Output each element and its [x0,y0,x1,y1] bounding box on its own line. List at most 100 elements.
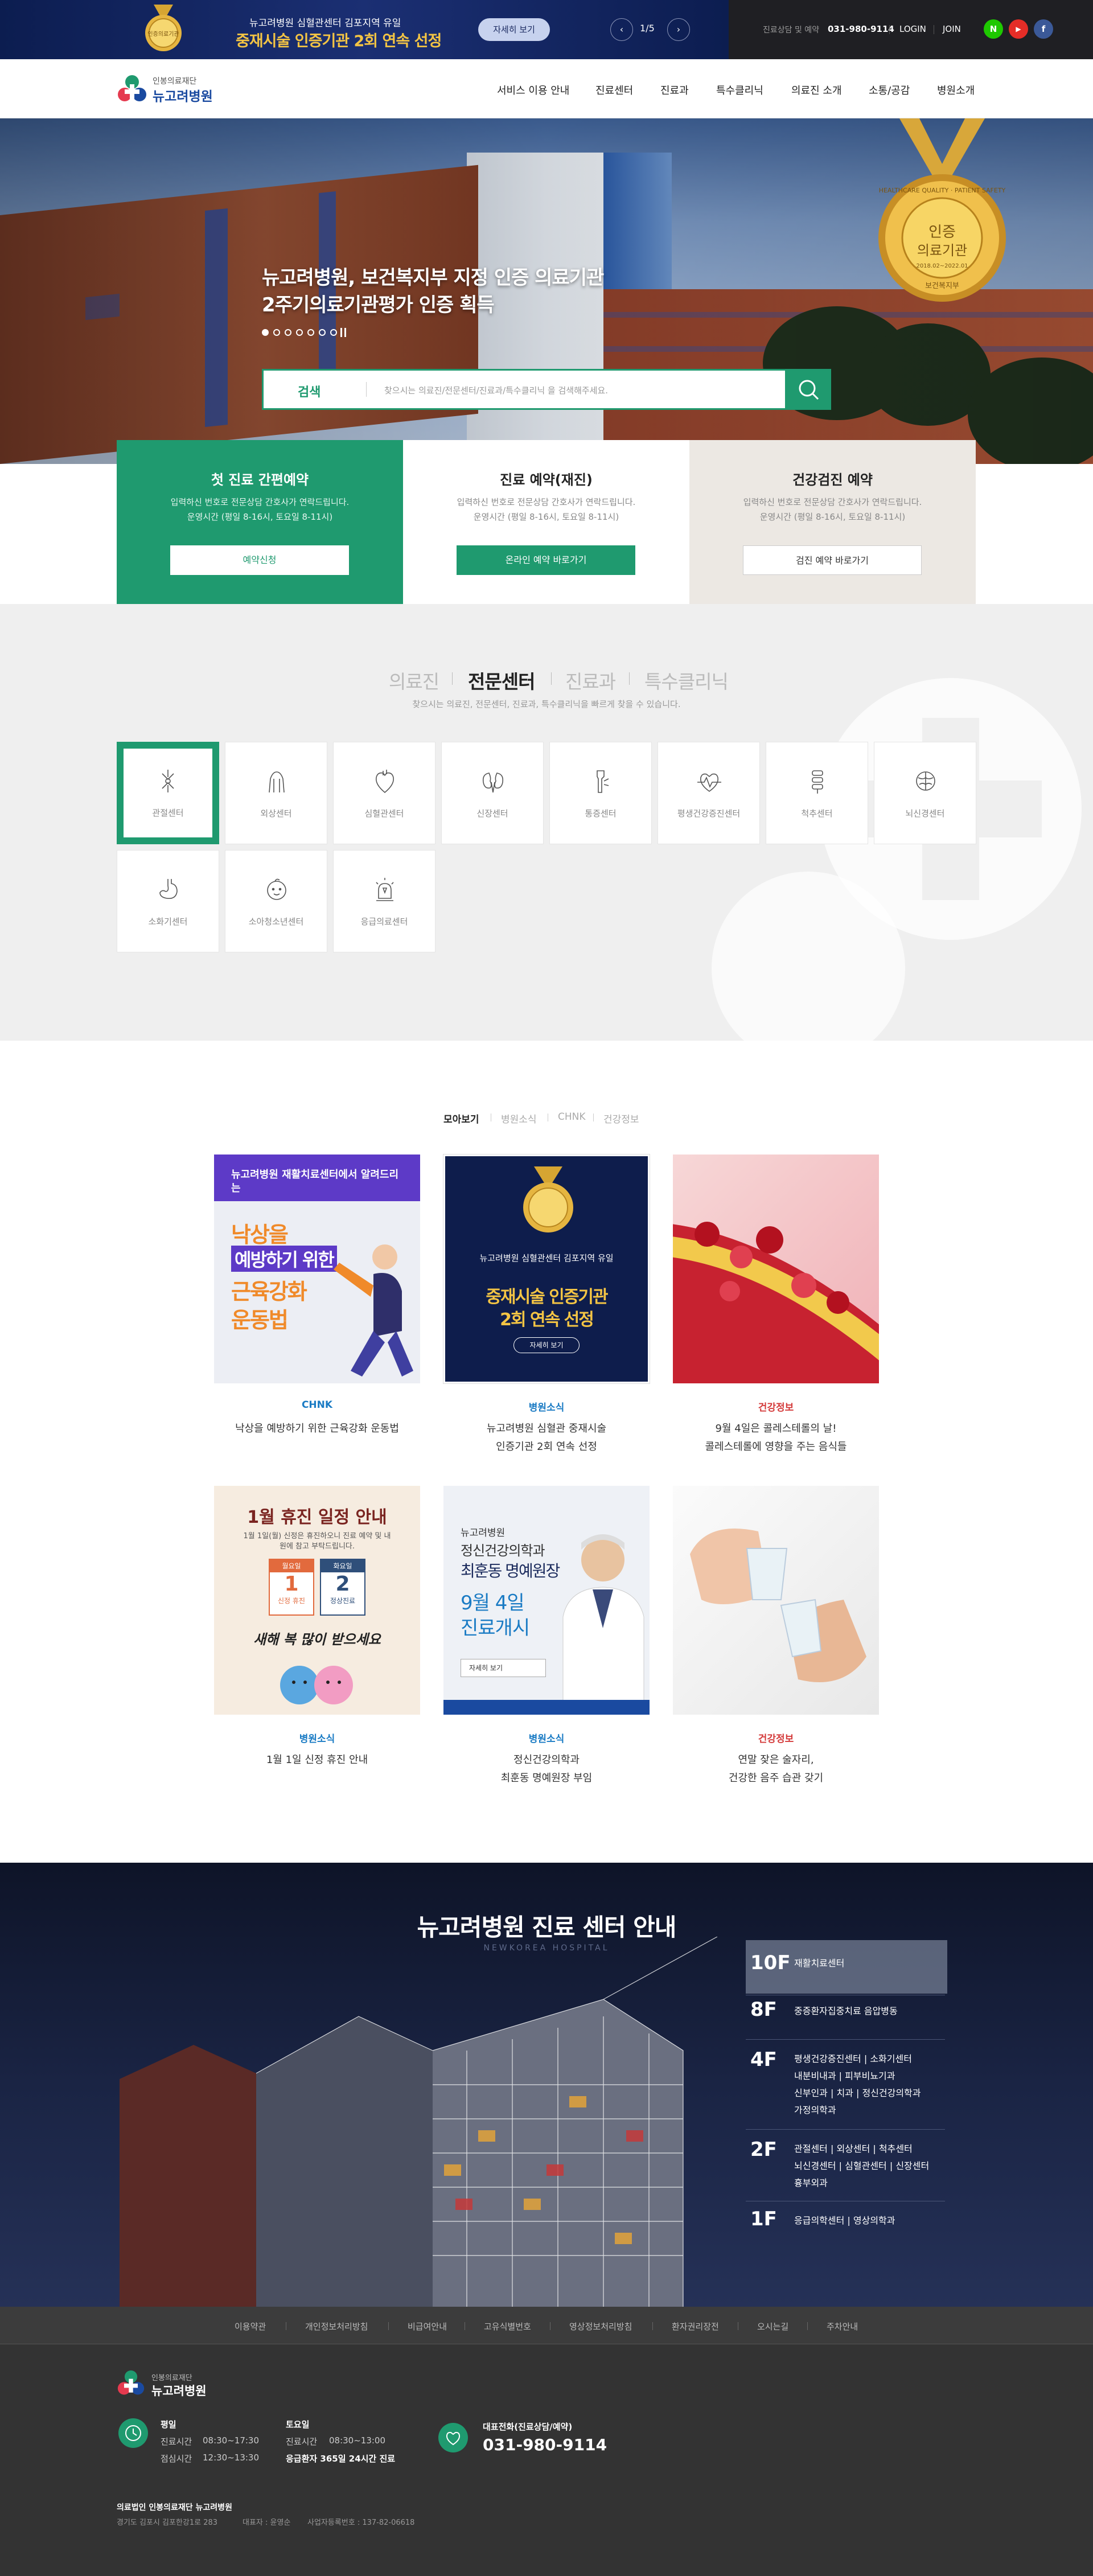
online-reserve-button[interactable]: 온라인 예약 바로가기 [457,545,635,575]
hospital-logo-icon [117,2370,145,2395]
nav-centers[interactable]: 진료센터 [595,83,633,97]
new-year-characters-icon [280,1666,353,1704]
news-tab-hospital[interactable]: 병원소식 [501,1111,537,1125]
footer-link-privacy[interactable]: 개인정보처리방침 [305,2320,368,2332]
news-card-image[interactable]: 뉴고려병원 재활치료센터에서 알려드리는 낙상을 예방하기 위한 근육강화 운동… [214,1155,420,1383]
footer-link-cctv[interactable]: 영상정보처리방침 [569,2320,632,2332]
footer-address: 경기도 김포시 김포한강1로 283 [117,2519,218,2527]
naver-icon[interactable]: N [984,19,1003,39]
hero-title-1: 뉴고려병원, 보건복지부 지정 인증 의료기관 [262,266,604,289]
tab-departments[interactable]: 진료과 [565,667,616,694]
floor-number[interactable]: 1F [750,2208,777,2230]
nav-special-clinics[interactable]: 특수클리닉 [716,83,763,97]
news-tab-health[interactable]: 건강정보 [603,1111,639,1125]
nav-community[interactable]: 소통/공감 [869,83,910,97]
floor-number[interactable]: 8F [750,1998,777,2021]
promo-next-button[interactable]: › [667,18,690,41]
news-card-image[interactable]: 뉴고려병원 정신건강의학과 최훈동 명예원장 9월 4일 진료개시 자세히 보기 [443,1486,650,1715]
checkup-reserve-button[interactable]: 검진 예약 바로가기 [743,545,922,575]
slide-dot[interactable] [319,329,326,336]
floor-number[interactable]: 10F [750,1951,791,1974]
center-tile-emergency[interactable]: 응급의료센터 [333,850,435,952]
card-title: 첫 진료 간편예약 [211,472,309,488]
footer-link-parking[interactable]: 주차안내 [827,2320,858,2332]
center-tile-health-promotion[interactable]: 평생건강증진센터 [658,742,760,844]
join-link[interactable]: JOIN [943,24,961,34]
news-title-line2[interactable]: 최훈동 명예원장 부임 [443,1769,650,1788]
logo-title[interactable]: 뉴고려병원 [153,85,213,105]
floor-departments: 중증환자집중치료 음압병동 [794,2006,898,2016]
news-title[interactable]: 뉴고려병원 심혈관 중재시술 [443,1420,650,1438]
news-category: 건강정보 [758,1733,794,1745]
slide-dot[interactable] [262,329,269,336]
phone-number[interactable]: 031-980-9114 [828,24,894,34]
nav-about[interactable]: 병원소개 [937,83,975,97]
tab-specialty-centers[interactable]: 전문센터 [468,667,535,694]
center-tile-cardio[interactable]: 심혈관센터 [333,742,435,844]
news-tab-all[interactable]: 모아보기 [443,1111,479,1125]
footer-link-patient-rights[interactable]: 환자권리장전 [672,2320,719,2332]
center-tile-joint[interactable]: 관절센터 [117,742,219,844]
news-tab-chnk[interactable]: CHNK [558,1111,586,1123]
pause-icon[interactable] [340,328,346,337]
lunch-hours: 12:30~13:30 [203,2452,260,2463]
phone-label: 대표전화(진료상담/예약) [483,2422,573,2432]
nav-departments[interactable]: 진료과 [660,83,689,97]
floor-number[interactable]: 4F [750,2048,777,2071]
svg-text:의료기관: 의료기관 [917,243,967,258]
tile-label: 통증센터 [585,808,617,819]
nav-doctors[interactable]: 의료진 소개 [791,83,842,97]
floor-number[interactable]: 2F [750,2138,777,2161]
tile-label: 소화기센터 [148,917,188,927]
slide-dot[interactable] [307,329,314,336]
slide-dot[interactable] [296,329,303,336]
footer-link-unique-id[interactable]: 고유식별번호 [484,2320,531,2332]
center-tile-digestive[interactable]: 소화기센터 [117,850,219,952]
search-button[interactable] [787,369,831,410]
promo-more-button[interactable]: 자세히 보기 [478,18,550,41]
search-icon [799,380,819,400]
youtube-icon[interactable]: ▶ [1009,19,1028,39]
weekday-hours: 08:30~17:30 [203,2435,260,2446]
slide-dot[interactable] [285,329,291,336]
promo-line2: 중재시술 인증기관 2회 연속 선정 [236,32,442,50]
hospital-logo-icon[interactable] [117,74,147,105]
nav-service-guide[interactable]: 서비스 이용 안내 [497,83,569,97]
login-link[interactable]: LOGIN [899,24,926,34]
news-title[interactable]: 연말 잦은 술자리, [673,1751,879,1769]
news-title[interactable]: 낙상을 예방하기 위한 근육강화 운동법 [214,1420,420,1438]
news-card-image[interactable] [673,1486,879,1715]
news-title[interactable]: 9월 4일은 콜레스테롤의 날! [673,1420,879,1438]
tab-doctors[interactable]: 의료진 [389,667,439,694]
search-input[interactable]: 찾으시는 의료진/전문센터/진료과/특수클리닉 을 검색해주세요. [384,384,608,396]
divider [452,672,453,685]
center-tile-kidney[interactable]: 신장센터 [441,742,544,844]
news-card-image[interactable] [673,1155,879,1383]
news-title-line2[interactable]: 인증기관 2회 연속 선정 [443,1438,650,1456]
footer-link-directions[interactable]: 오시는길 [757,2320,788,2332]
footer-link-terms[interactable]: 이용약관 [235,2320,266,2332]
hero-banner: 뉴고려병원, 보건복지부 지정 인증 의료기관 2주기의료기관평가 인증 획득 … [0,118,1093,464]
center-tile-pediatric[interactable]: 소아청소년센터 [225,850,327,952]
news-category: CHNK [301,1399,333,1411]
promo-prev-button[interactable]: ‹ [610,18,633,41]
news-card-image[interactable]: 뉴고려병원 심혈관센터 김포지역 유일 중재시술 인증기관 2회 연속 선정 자… [443,1154,650,1384]
tab-special-clinics[interactable]: 특수클리닉 [644,667,729,694]
center-tile-trauma[interactable]: 외상센터 [225,742,327,844]
slide-dot[interactable] [273,329,280,336]
footer-phone-number[interactable]: 031-980-9114 [483,2435,607,2454]
news-card-image[interactable]: 1월 휴진 일정 안내 1월 1일(월) 신정은 휴진하오니 진료 예약 및 내… [214,1486,420,1715]
center-tile-neuro[interactable]: 뇌신경센터 [874,742,976,844]
card-desc: 입력하신 번호로 전문상담 간호사가 연락드립니다. [743,497,922,507]
news-title-line2[interactable]: 건강한 음주 습관 갖기 [673,1769,879,1788]
first-visit-reserve-button[interactable]: 예약신청 [170,545,349,575]
news-title[interactable]: 정신건강의학과 [443,1751,650,1769]
center-tile-spine[interactable]: 척추센터 [766,742,868,844]
news-title[interactable]: 1월 1일 신정 휴진 안내 [214,1751,420,1769]
slide-dot[interactable] [330,329,337,336]
heart-icon [375,770,395,794]
facebook-icon[interactable]: f [1034,19,1053,39]
footer-link-noncovered[interactable]: 비급여안내 [408,2320,447,2332]
news-title-line2[interactable]: 콜레스테롤에 영향을 주는 음식들 [673,1438,879,1456]
center-tile-pain[interactable]: 통증센터 [549,742,652,844]
